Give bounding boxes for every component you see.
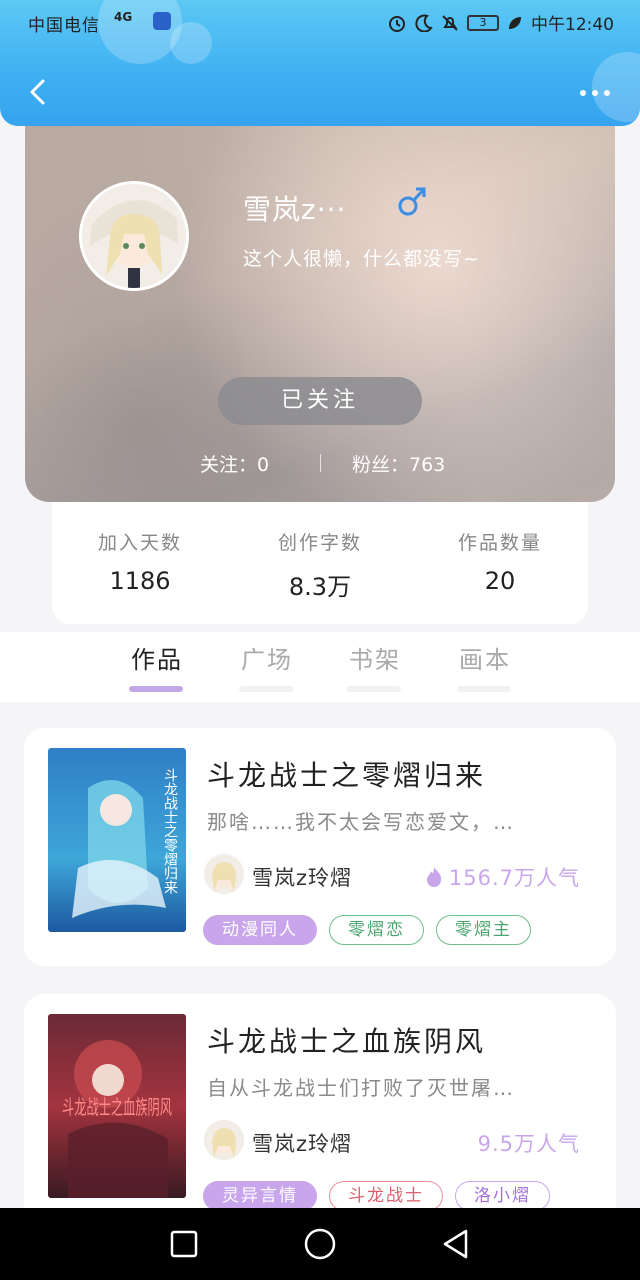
tag-list: 灵异言情 斗龙战士 洛小熠 xyxy=(203,1181,550,1211)
profile-card: 雪岚z··· 这个人很懒，什么都没写~ 已关注 关注：0 粉丝：763 xyxy=(25,110,615,502)
bell-off-icon xyxy=(442,14,458,31)
popularity-text: 156.7万人气 xyxy=(448,866,580,890)
tab-works[interactable]: 作品 xyxy=(127,640,187,692)
tag-list: 动漫同人 零熠恋 零熠主 xyxy=(203,915,531,945)
book-description: 自从斗龙战士们打败了灭世屠… xyxy=(207,1076,515,1100)
author-name: 雪岚z玲熠 xyxy=(252,1132,353,1156)
stat-label: 创作字数 xyxy=(277,532,362,554)
leaf-icon xyxy=(509,16,521,29)
back-triangle-icon[interactable] xyxy=(440,1228,472,1260)
stat-join-days: 加入天数 1186 xyxy=(70,528,210,595)
tab-indicator xyxy=(457,686,511,692)
tag[interactable]: 零熠主 xyxy=(436,915,531,945)
tab-bar: 作品 广场 书架 画本 xyxy=(0,632,640,702)
battery-icon: 3 xyxy=(467,14,499,31)
user-bio: 这个人很懒，什么都没写~ xyxy=(243,248,480,270)
clock-time: 中午12:40 xyxy=(531,15,614,35)
tab-indicator xyxy=(129,686,183,692)
stat-value: 8.3万 xyxy=(288,573,352,601)
tag[interactable]: 斗龙战士 xyxy=(329,1181,443,1211)
tab-bookshelf[interactable]: 书架 xyxy=(345,640,405,692)
divider xyxy=(320,454,321,472)
tag[interactable]: 洛小熠 xyxy=(455,1181,550,1211)
tab-indicator xyxy=(347,686,401,692)
signal-indicator: 4G xyxy=(114,10,133,24)
tab-indicator xyxy=(239,686,293,692)
book-card[interactable]: 斗龙战士之零熠归来 斗龙战士之零熠归来 那啥……我不太会写恋爱文，… 雪岚z玲熠… xyxy=(24,728,616,966)
tab-label: 画本 xyxy=(459,646,511,674)
chevron-left-icon[interactable] xyxy=(26,78,48,106)
tag[interactable]: 动漫同人 xyxy=(203,915,317,945)
popularity: 156.7万人气 xyxy=(425,862,580,892)
stat-value: 20 xyxy=(484,567,516,595)
fire-icon xyxy=(426,867,442,887)
author-name: 雪岚z玲熠 xyxy=(252,866,353,890)
stat-word-count: 创作字数 8.3万 xyxy=(250,528,390,602)
author-avatar xyxy=(204,1120,244,1160)
carrier-name: 中国电信 xyxy=(28,16,100,36)
book-cover[interactable]: 斗龙战士之零熠归来 xyxy=(48,748,186,932)
popularity-text: 9.5万人气 xyxy=(477,1132,580,1156)
status-bar: 中国电信 4G 3 中午12:40 xyxy=(0,0,640,44)
tag[interactable]: 零熠恋 xyxy=(329,915,424,945)
book-description: 那啥……我不太会写恋爱文，… xyxy=(207,810,515,834)
moon-icon xyxy=(415,14,433,32)
followers-count[interactable]: 粉丝：763 xyxy=(352,450,445,477)
recent-apps-icon[interactable] xyxy=(168,1228,200,1260)
top-header: 中国电信 4G 3 中午12:40 xyxy=(0,0,640,126)
stat-label: 加入天数 xyxy=(97,532,182,554)
stats-card: 加入天数 1186 创作字数 8.3万 作品数量 20 xyxy=(52,502,588,624)
username: 雪岚z··· xyxy=(243,193,347,226)
author-avatar xyxy=(204,854,244,894)
decor-bubble xyxy=(592,52,640,122)
tab-label: 广场 xyxy=(241,646,293,674)
cover-title: 斗龙战士之血族阴风 xyxy=(62,1095,172,1119)
book-title: 斗龙战士之零熠归来 xyxy=(207,759,487,792)
cover-title: 斗龙战士之零熠归来 xyxy=(162,768,178,894)
tab-label: 书架 xyxy=(349,646,401,674)
tab-picture-book[interactable]: 画本 xyxy=(455,640,515,692)
status-right: 3 中午12:40 xyxy=(387,10,614,35)
more-dots-icon[interactable] xyxy=(580,90,610,96)
male-icon xyxy=(398,187,426,216)
popularity: 9.5万人气 xyxy=(478,1128,580,1158)
book-title: 斗龙战士之血族阴风 xyxy=(207,1025,487,1058)
avatar[interactable] xyxy=(79,181,189,291)
tab-square[interactable]: 广场 xyxy=(237,640,297,692)
alarm-icon xyxy=(389,15,405,32)
followed-button[interactable]: 已关注 xyxy=(218,377,422,425)
book-cover[interactable]: 斗龙战士之血族阴风 xyxy=(48,1014,186,1198)
shield-icon xyxy=(153,12,171,30)
book-card[interactable]: 斗龙战士之血族阴风 斗龙战士之血族阴风 自从斗龙战士们打败了灭世屠… 雪岚z玲熠… xyxy=(24,994,616,1232)
system-nav-bar xyxy=(0,1208,640,1280)
following-count[interactable]: 关注：0 xyxy=(200,450,269,477)
home-icon[interactable] xyxy=(302,1226,338,1262)
tag[interactable]: 灵异言情 xyxy=(203,1181,317,1211)
stat-works-count: 作品数量 20 xyxy=(430,528,570,595)
tab-label: 作品 xyxy=(131,646,183,674)
stat-value: 1186 xyxy=(109,567,171,595)
stat-label: 作品数量 xyxy=(457,532,542,554)
